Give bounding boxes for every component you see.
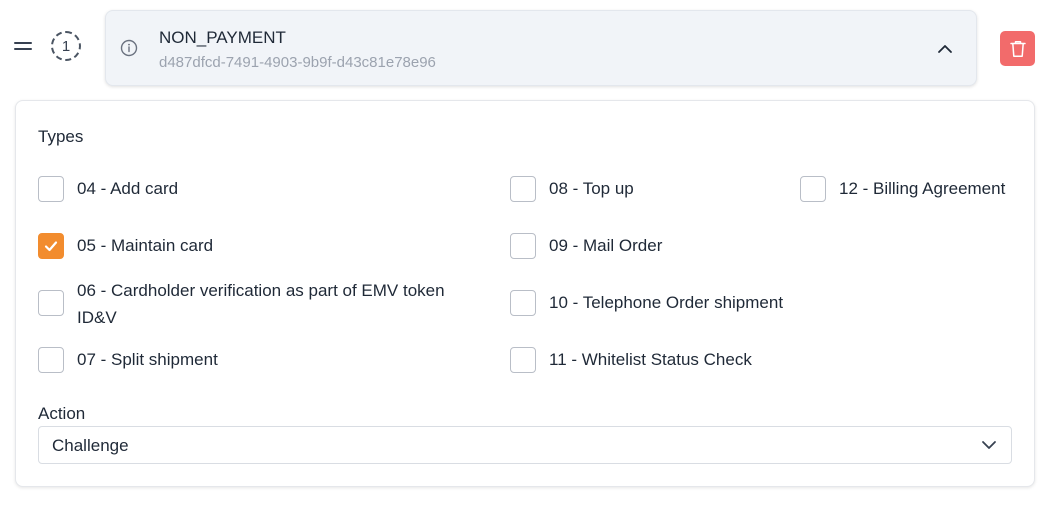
checkbox-04[interactable]	[38, 176, 64, 202]
type-label-06: 06 - Cardholder verification as part of …	[77, 281, 445, 327]
type-option-08[interactable]: 08 - Top up	[510, 176, 634, 202]
type-label-07: 07 - Split shipment	[77, 350, 218, 369]
type-option-04[interactable]: 04 - Add card	[38, 176, 478, 202]
type-option-11[interactable]: 11 - Whitelist Status Check	[510, 347, 752, 373]
action-select[interactable]: Challenge	[38, 426, 1012, 464]
type-label-11: 11 - Whitelist Status Check	[549, 350, 752, 369]
checkbox-06[interactable]	[38, 290, 64, 316]
trash-icon	[1009, 40, 1026, 57]
type-label-12: 12 - Billing Agreement	[839, 179, 1006, 198]
type-option-06[interactable]: 06 - Cardholder verification as part of …	[38, 277, 478, 331]
type-label-04: 04 - Add card	[77, 179, 179, 198]
type-option-12[interactable]: 12 - Billing Agreement	[800, 176, 1005, 202]
rule-header[interactable]: NON_PAYMENT d487dfcd-7491-4903-9b9f-d43c…	[105, 10, 977, 86]
type-label-10: 10 - Telephone Order shipment	[549, 293, 784, 312]
chevron-up-icon[interactable]	[935, 39, 955, 59]
type-option-05[interactable]: 05 - Maintain card	[38, 233, 478, 259]
type-label-08: 08 - Top up	[549, 179, 634, 198]
drag-handle-icon[interactable]	[14, 42, 32, 52]
rule-id: d487dfcd-7491-4903-9b9f-d43c81e78e96	[159, 54, 436, 71]
checkbox-12[interactable]	[800, 176, 826, 202]
checkbox-07[interactable]	[38, 347, 64, 373]
type-option-09[interactable]: 09 - Mail Order	[510, 233, 662, 259]
type-option-07[interactable]: 07 - Split shipment	[38, 347, 478, 373]
info-icon	[120, 39, 138, 57]
checkbox-10[interactable]	[510, 290, 536, 316]
type-label-05: 05 - Maintain card	[77, 236, 214, 255]
types-label: Types	[38, 127, 84, 146]
chevron-down-icon	[982, 441, 996, 449]
rule-title: NON_PAYMENT	[159, 28, 286, 47]
checkbox-05[interactable]	[38, 233, 64, 259]
step-number-badge: 1	[51, 31, 81, 61]
delete-button[interactable]	[1000, 31, 1035, 66]
rule-body: Types 04 - Add card 05 - Maintain card 0…	[15, 100, 1035, 487]
checkbox-09[interactable]	[510, 233, 536, 259]
type-option-10[interactable]: 10 - Telephone Order shipment	[510, 290, 783, 316]
action-label: Action	[38, 404, 86, 423]
checkbox-08[interactable]	[510, 176, 536, 202]
type-label-09: 09 - Mail Order	[549, 236, 663, 255]
action-selected-value: Challenge	[52, 436, 129, 455]
check-icon	[44, 241, 58, 252]
checkbox-11[interactable]	[510, 347, 536, 373]
